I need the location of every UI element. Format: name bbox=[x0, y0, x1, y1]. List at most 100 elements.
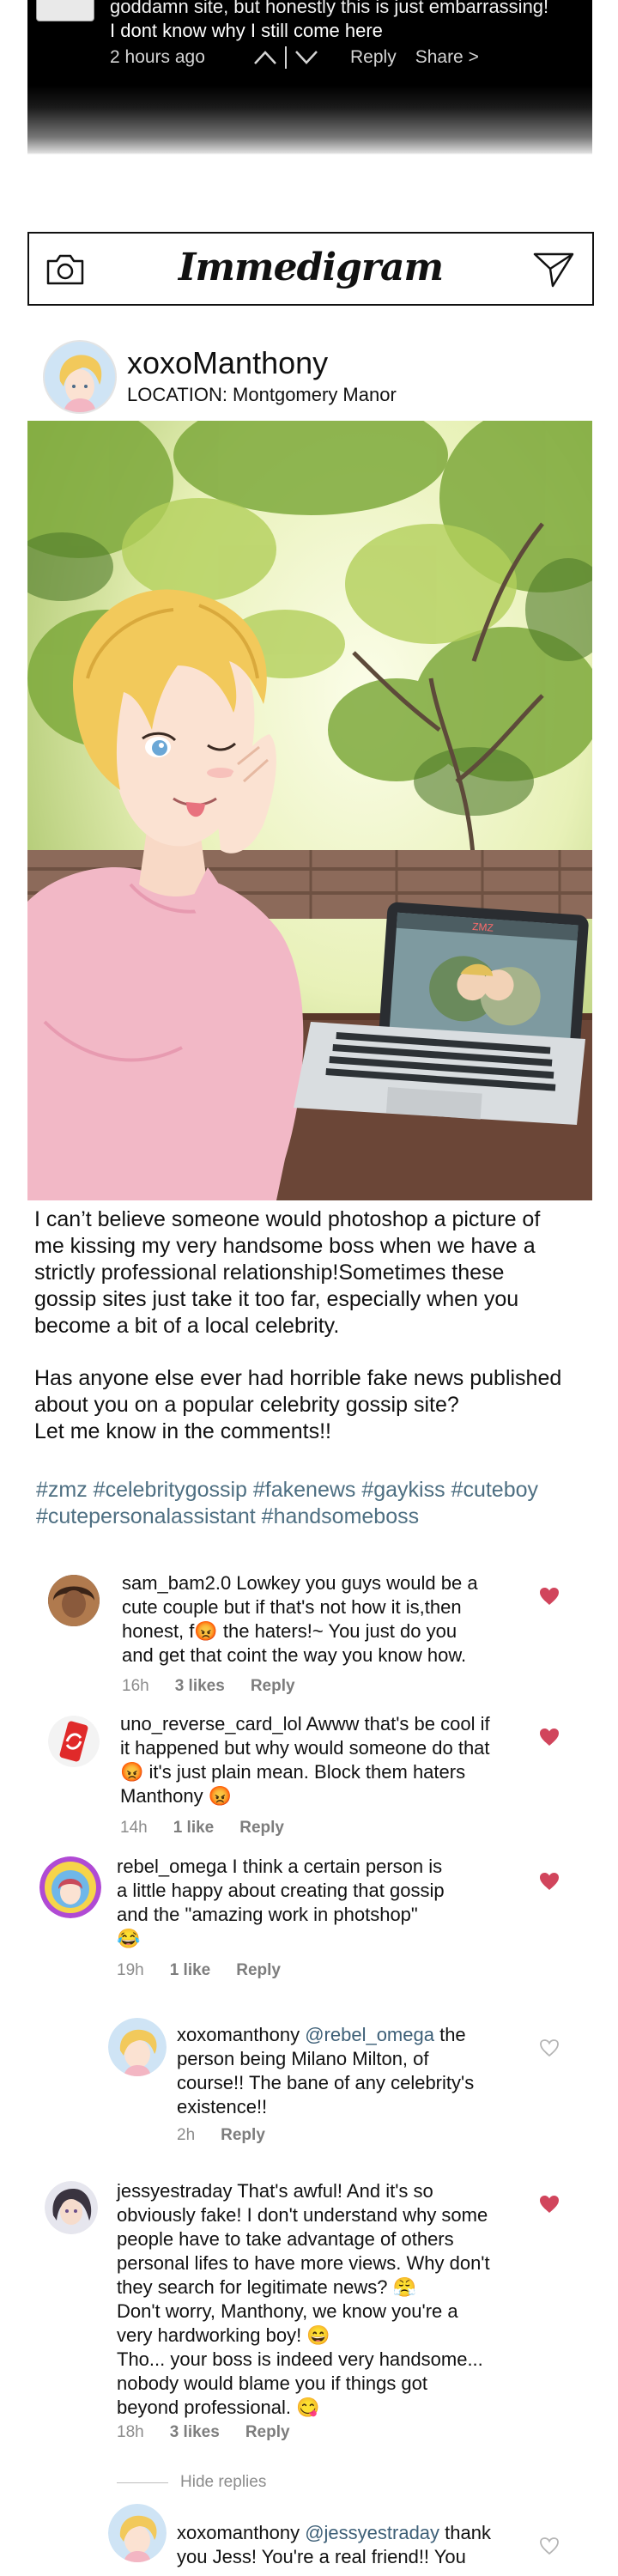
heart-icon[interactable] bbox=[539, 1728, 560, 1747]
comment-meta: 14h 1 like Reply bbox=[120, 1819, 284, 1838]
comment-username[interactable]: jessyestraday bbox=[117, 2180, 233, 2202]
avatar bbox=[36, 0, 94, 21]
comment-meta: 18h 3 likes Reply bbox=[117, 2423, 290, 2442]
post-image[interactable]: ZMZ bbox=[27, 421, 592, 1200]
comment-meta: 19h 1 like Reply bbox=[117, 1961, 281, 1980]
reply-button[interactable]: Reply bbox=[221, 2126, 265, 2145]
comment-line: cute couple but if that's not how it is,… bbox=[122, 1596, 462, 1618]
previous-comment-panel: goddamn site, but honestly this is just … bbox=[27, 0, 592, 155]
comment-line: 😡 it's just plain mean. Block them hater… bbox=[120, 1761, 466, 1783]
comment-line: Manthony 😡 bbox=[120, 1785, 233, 1807]
comment-line: personal lifes to have more views. Why d… bbox=[117, 2252, 490, 2274]
comment-likes[interactable]: 3 likes bbox=[175, 1677, 225, 1696]
comment-time: 14h bbox=[120, 1819, 148, 1837]
hide-replies-button[interactable]: Hide replies bbox=[117, 2473, 266, 2492]
reply-button[interactable]: Reply bbox=[350, 47, 397, 68]
hashtag-line[interactable]: #cutepersonalassistant #handsomeboss bbox=[36, 1504, 585, 1530]
avatar[interactable] bbox=[108, 2018, 167, 2076]
reply-button[interactable]: Reply bbox=[245, 2423, 290, 2442]
comment-line: honest, f😡 the haters!~ You just do you bbox=[122, 1620, 457, 1642]
comment-username[interactable]: sam_bam2.0 bbox=[122, 1572, 231, 1594]
comment-line: Lowkey you guys would be a bbox=[231, 1572, 478, 1594]
comment-username[interactable]: xoxomanthony bbox=[177, 2024, 300, 2045]
heart-icon[interactable] bbox=[539, 1587, 560, 1606]
comment-line: That's awful! And it's so bbox=[232, 2180, 433, 2202]
comment-line: and get that coint the way you know how. bbox=[122, 1644, 467, 1666]
heart-outline-icon[interactable] bbox=[539, 2537, 560, 2555]
laptop-site-logo: ZMZ bbox=[472, 920, 494, 934]
comment-line: people have to take advantage of others bbox=[117, 2228, 454, 2250]
comment-text: xoxomanthony @rebel_omega the person bei… bbox=[177, 2023, 537, 2119]
comment-mention[interactable]: @rebel_omega bbox=[300, 2024, 434, 2045]
comment-line: course!! The bane of any celebrity's bbox=[177, 2072, 475, 2093]
vote-controls bbox=[252, 46, 340, 69]
post-location[interactable]: LOCATION: Montgomery Manor bbox=[127, 384, 397, 406]
divider bbox=[117, 2482, 168, 2483]
send-icon[interactable] bbox=[532, 251, 575, 289]
divider bbox=[285, 46, 287, 69]
comment-line: very hardworking boy! 😄 bbox=[117, 2324, 330, 2346]
heart-outline-icon[interactable] bbox=[539, 2038, 560, 2057]
comment-line: and the "amazing work in photshop" bbox=[117, 1904, 418, 1925]
comment-time: 16h bbox=[122, 1677, 149, 1695]
comment-username[interactable]: xoxomanthony bbox=[177, 2522, 300, 2543]
comment-text: jessyestraday That's awful! And it's so … bbox=[117, 2179, 529, 2420]
comment-line: a little happy about creating that gossi… bbox=[117, 1880, 445, 1901]
comment-username[interactable]: rebel_omega bbox=[117, 1856, 227, 1877]
heart-icon[interactable] bbox=[539, 1872, 560, 1891]
comment-username[interactable]: uno_reverse_card_lol bbox=[120, 1713, 302, 1735]
comment-time: 2 hours ago bbox=[110, 47, 205, 67]
comment-line: it happened but why would someone do tha… bbox=[120, 1737, 490, 1759]
previous-comment-meta: 2 hours ago Reply Share > bbox=[110, 45, 591, 70]
comment-line: Awww that's be cool if bbox=[301, 1713, 490, 1735]
caption-paragraph: Has anyone else ever had horrible fake n… bbox=[34, 1366, 562, 1443]
comment-text: xoxomanthony @jessyestraday thank you Je… bbox=[177, 2521, 537, 2569]
comment-line: Don't worry, Manthony, we know you're a bbox=[117, 2300, 458, 2322]
reply-button[interactable]: Reply bbox=[236, 1961, 281, 1980]
post-caption: I can’t believe someone would photoshop … bbox=[34, 1206, 592, 1445]
app-header: Immedigram bbox=[27, 232, 594, 306]
upvote-icon[interactable] bbox=[252, 48, 278, 67]
downvote-icon[interactable] bbox=[294, 48, 319, 67]
comment-line: thank bbox=[439, 2522, 491, 2543]
caption-paragraph: I can’t believe someone would photoshop … bbox=[34, 1207, 541, 1338]
avatar[interactable] bbox=[39, 1856, 101, 1918]
comment-likes[interactable]: 1 like bbox=[170, 1961, 211, 1980]
comment-text: rebel_omega I think a certain person is … bbox=[117, 1855, 529, 1951]
comment-line: I think a certain person is bbox=[227, 1856, 443, 1877]
comment-line: goddamn site, but honestly this is just … bbox=[110, 0, 549, 17]
comment-line: obviously fake! I don't understand why s… bbox=[117, 2204, 488, 2226]
comment-meta: 16h 3 likes Reply bbox=[122, 1677, 295, 1696]
comment-line: the bbox=[433, 2024, 466, 2045]
avatar[interactable] bbox=[48, 1575, 100, 1626]
comment-line: I dont know why I still come here bbox=[110, 20, 383, 41]
comment-time: 19h bbox=[117, 1961, 144, 1979]
avatar[interactable] bbox=[43, 340, 117, 414]
comment-line: person being Milano Milton, of bbox=[177, 2048, 429, 2069]
comment-likes[interactable]: 3 likes bbox=[170, 2423, 220, 2442]
previous-comment-text: goddamn site, but honestly this is just … bbox=[110, 0, 591, 43]
share-button[interactable]: Share > bbox=[415, 47, 479, 68]
comment-line: Tho... your boss is indeed very handsome… bbox=[117, 2348, 483, 2370]
hashtag-line[interactable]: #zmz #celebritygossip #fakenews #gaykiss… bbox=[36, 1477, 585, 1504]
comment-text: uno_reverse_card_lol Awww that's be cool… bbox=[120, 1712, 532, 1808]
comment-line: you Jess! You're a real friend!! You bbox=[177, 2546, 466, 2567]
reply-button[interactable]: Reply bbox=[239, 1819, 284, 1838]
comment-time: 18h bbox=[117, 2423, 144, 2441]
comment-meta: 2h Reply bbox=[177, 2126, 265, 2145]
comment-mention[interactable]: @jessyestraday bbox=[300, 2522, 439, 2543]
comment-line: beyond professional. 😋 bbox=[117, 2397, 320, 2418]
avatar[interactable] bbox=[45, 2181, 98, 2234]
comment-text: sam_bam2.0 Lowkey you guys would be a cu… bbox=[122, 1571, 525, 1668]
reply-button[interactable]: Reply bbox=[251, 1677, 295, 1696]
app-logo: Immedigram bbox=[178, 246, 444, 289]
avatar[interactable] bbox=[108, 2504, 167, 2562]
hide-replies-label: Hide replies bbox=[180, 2473, 267, 2491]
hashtags[interactable]: #zmz #celebritygossip #fakenews #gaykiss… bbox=[36, 1477, 585, 1530]
heart-icon[interactable] bbox=[539, 2195, 560, 2214]
comment-line: 😂 bbox=[117, 1928, 141, 1949]
post-username[interactable]: xoxoManthony bbox=[127, 345, 328, 381]
comment-line: nobody would blame you if things got bbox=[117, 2372, 428, 2394]
avatar[interactable] bbox=[48, 1716, 100, 1767]
comment-likes[interactable]: 1 like bbox=[173, 1819, 215, 1838]
